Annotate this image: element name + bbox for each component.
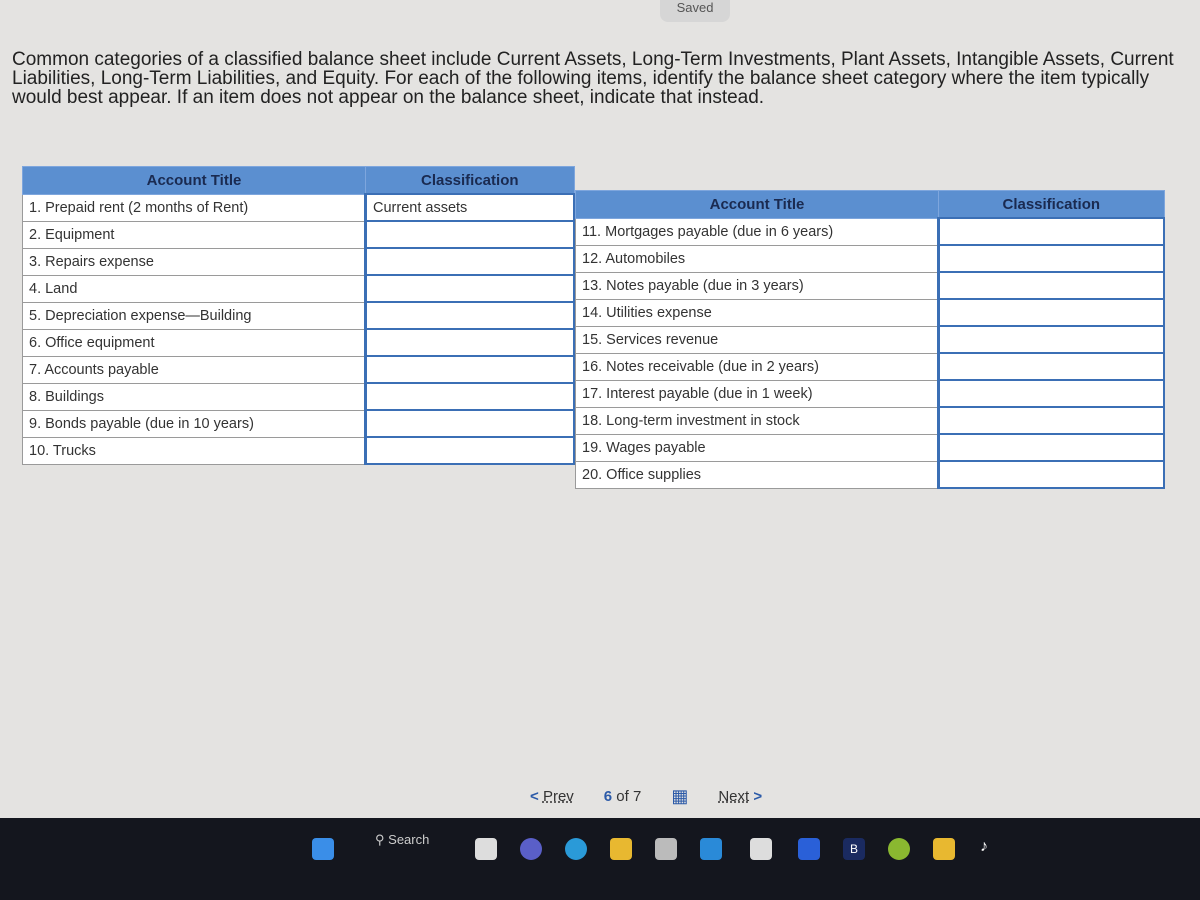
account-title: 3. Repairs expense (22, 247, 366, 276)
current-page: 6 (603, 788, 613, 805)
pagination: < Prev 6 of 7 ▦ Next > (530, 786, 762, 807)
next-button[interactable]: Next > (718, 788, 762, 805)
classification-dropdown[interactable] (364, 355, 575, 384)
page-total: of 7 (616, 788, 642, 805)
table-row: 9. Bonds payable (due in 10 years) (22, 409, 575, 438)
classification-dropdown[interactable] (364, 220, 575, 249)
account-title: 7. Accounts payable (22, 355, 366, 384)
classification-dropdown[interactable] (937, 460, 1165, 489)
classification-dropdown[interactable] (364, 436, 575, 465)
table-row: 20. Office supplies (575, 460, 1165, 489)
search-label: Search (388, 832, 430, 847)
classification-header: Classification (365, 166, 575, 195)
page-indicator: 6 of 7 (604, 788, 642, 805)
vpn-icon[interactable] (933, 838, 955, 860)
account-title: 17. Interest payable (due in 1 week) (575, 379, 939, 408)
account-title: 9. Bonds payable (due in 10 years) (22, 409, 366, 438)
classification-dropdown[interactable] (364, 301, 575, 330)
account-title: 6. Office equipment (22, 328, 366, 357)
classification-dropdown[interactable] (937, 271, 1165, 300)
prev-label: Prev (542, 788, 574, 805)
classification-dropdown[interactable] (364, 328, 575, 357)
search-icon: ⚲ (375, 832, 385, 847)
classification-dropdown[interactable]: Current assets (364, 193, 575, 222)
account-title: 1. Prepaid rent (2 months of Rent) (22, 193, 366, 222)
classification-dropdown[interactable] (937, 244, 1165, 273)
classification-dropdown[interactable] (937, 406, 1165, 435)
account-title: 13. Notes payable (due in 3 years) (575, 271, 939, 300)
classification-dropdown[interactable] (364, 409, 575, 438)
classification-dropdown[interactable] (937, 325, 1165, 354)
classification-header: Classification (938, 190, 1165, 219)
taskbar-search[interactable]: ⚲ Search (375, 832, 429, 848)
table-row: 3. Repairs expense (22, 247, 575, 276)
classification-dropdown[interactable] (364, 247, 575, 276)
table-row: 15. Services revenue (575, 325, 1165, 354)
account-title: 18. Long-term investment in stock (575, 406, 939, 435)
table-row: 7. Accounts payable (22, 355, 575, 384)
amazon-icon[interactable] (750, 838, 772, 860)
account-title: 5. Depreciation expense—Building (22, 301, 366, 330)
classification-dropdown[interactable] (937, 379, 1165, 408)
account-title: 19. Wages payable (575, 433, 939, 462)
table-row: 14. Utilities expense (575, 298, 1165, 327)
teams-icon[interactable] (520, 838, 542, 860)
classification-dropdown[interactable] (937, 433, 1165, 462)
account-title-header: Account Title (575, 190, 939, 219)
account-title: 16. Notes receivable (due in 2 years) (575, 352, 939, 381)
dropbox-icon[interactable] (798, 838, 820, 860)
account-title: 14. Utilities expense (575, 298, 939, 327)
table-row: 6. Office equipment (22, 328, 575, 357)
app-icon[interactable] (888, 838, 910, 860)
classification-dropdown[interactable] (937, 217, 1165, 246)
table-row: 8. Buildings (22, 382, 575, 411)
table-row: 5. Depreciation expense—Building (22, 301, 575, 330)
classification-dropdown[interactable] (937, 298, 1165, 327)
account-title: 20. Office supplies (575, 460, 939, 489)
account-title: 15. Services revenue (575, 325, 939, 354)
tiktok-icon[interactable]: ♪ (980, 838, 1002, 860)
booking-icon[interactable]: B (843, 838, 865, 860)
prev-button[interactable]: < Prev (530, 788, 574, 805)
classification-dropdown[interactable] (364, 382, 575, 411)
grid-icon[interactable]: ▦ (671, 786, 688, 807)
file-explorer-icon[interactable] (610, 838, 632, 860)
saved-status: Saved (660, 0, 730, 22)
table-row: 16. Notes receivable (due in 2 years) (575, 352, 1165, 381)
table-row: 4. Land (22, 274, 575, 303)
windows-start-icon[interactable] (312, 838, 334, 860)
question-prompt: Common categories of a classified balanc… (12, 49, 1174, 108)
account-title: 2. Equipment (22, 220, 366, 249)
table-row: 17. Interest payable (due in 1 week) (575, 379, 1165, 408)
chevron-left-icon: < (530, 788, 539, 805)
account-title: 8. Buildings (22, 382, 366, 411)
left-classification-table: Account Title Classification 1. Prepaid … (22, 166, 575, 465)
store-icon[interactable] (655, 838, 677, 860)
classification-dropdown[interactable] (364, 274, 575, 303)
task-view-icon[interactable] (475, 838, 497, 860)
taskbar: ⚲ Search B ♪ (0, 818, 1200, 900)
table-row: 1. Prepaid rent (2 months of Rent) Curren… (22, 193, 575, 222)
table-row: 11. Mortgages payable (due in 6 years) (575, 217, 1165, 246)
account-title: 12. Automobiles (575, 244, 939, 273)
table-row: 2. Equipment (22, 220, 575, 249)
right-classification-table: Account Title Classification 11. Mortgag… (575, 190, 1165, 489)
edge-icon[interactable] (565, 838, 587, 860)
account-title-header: Account Title (22, 166, 366, 195)
mail-icon[interactable] (700, 838, 722, 860)
next-label: Next (718, 788, 750, 805)
table-row: 18. Long-term investment in stock (575, 406, 1165, 435)
chevron-right-icon: > (753, 788, 763, 805)
classification-dropdown[interactable] (937, 352, 1165, 381)
account-title: 11. Mortgages payable (due in 6 years) (575, 217, 939, 246)
table-row: 10. Trucks (22, 436, 575, 465)
account-title: 10. Trucks (22, 436, 366, 465)
table-row: 19. Wages payable (575, 433, 1165, 462)
account-title: 4. Land (22, 274, 366, 303)
table-row: 12. Automobiles (575, 244, 1165, 273)
table-row: 13. Notes payable (due in 3 years) (575, 271, 1165, 300)
